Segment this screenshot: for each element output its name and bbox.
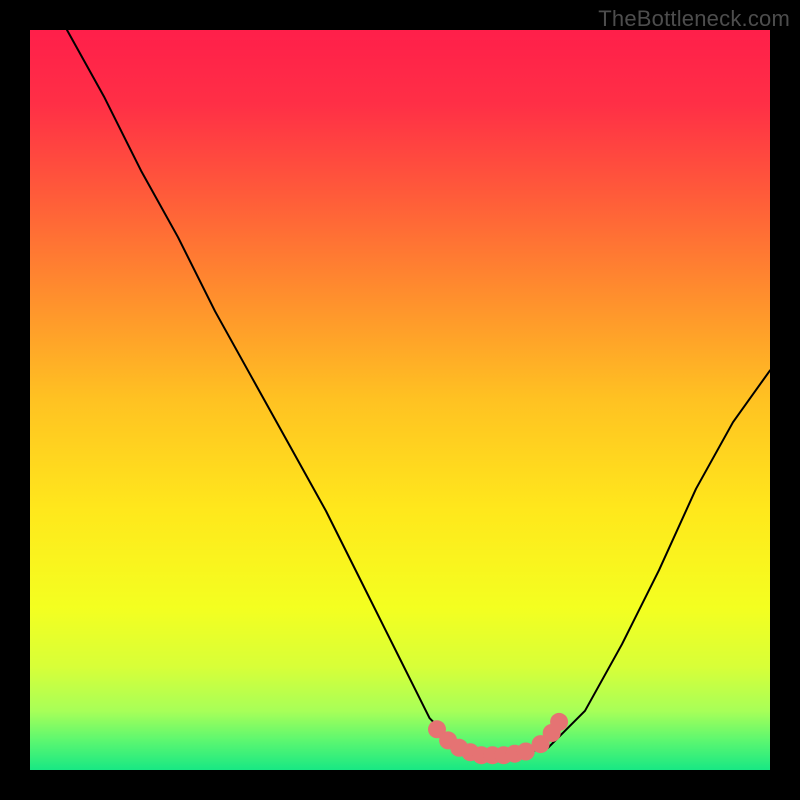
marker-dot [550,713,568,731]
chart-frame: TheBottleneck.com [0,0,800,800]
plot-area [30,30,770,770]
highlighted-range-markers [30,30,770,770]
watermark-text: TheBottleneck.com [598,6,790,32]
